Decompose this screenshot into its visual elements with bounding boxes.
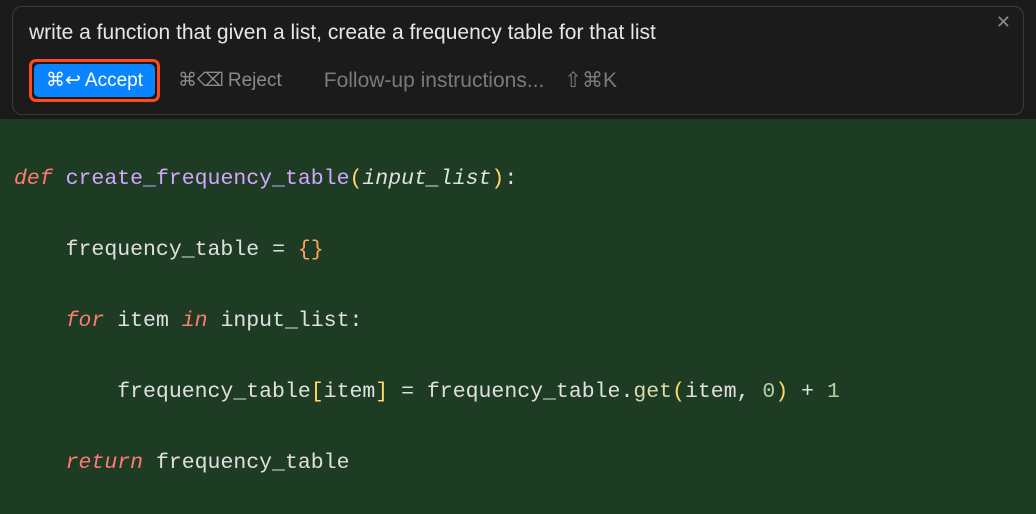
accept-highlight: ⌘↩ Accept — [29, 59, 160, 102]
number-literal: 1 — [827, 380, 840, 404]
reject-label: Reject — [228, 70, 282, 92]
identifier: input_list — [220, 309, 349, 333]
code-line: frequency_table = {} — [14, 233, 1022, 268]
identifier: item — [117, 309, 169, 333]
prompt-text: write a function that given a list, crea… — [29, 21, 1007, 45]
identifier: frequency_table — [66, 238, 260, 262]
keyword-for: for — [66, 309, 105, 333]
keyword-return: return — [66, 451, 143, 475]
code-line: def create_frequency_table(input_list): — [14, 162, 1022, 197]
accept-button[interactable]: ⌘↩ Accept — [34, 64, 155, 97]
operator: + — [801, 380, 814, 404]
identifier: frequency_table — [156, 451, 350, 475]
param-name: input_list — [362, 167, 491, 191]
accept-label: Accept — [85, 70, 143, 92]
keyword-def: def — [14, 167, 53, 191]
keyword-in: in — [182, 309, 208, 333]
code-line: return frequency_table — [14, 446, 1022, 481]
ai-prompt-panel: ✕ write a function that given a list, cr… — [12, 6, 1024, 115]
code-line: frequency_table[item] = frequency_table.… — [14, 375, 1022, 410]
method-get: get — [633, 380, 672, 404]
function-name: create_frequency_table — [66, 167, 350, 191]
prompt-actions: ⌘↩ Accept ⌘⌫ Reject Follow-up instructio… — [29, 59, 1007, 102]
brace-empty-dict: {} — [298, 238, 324, 262]
number-literal: 0 — [762, 380, 775, 404]
close-icon[interactable]: ✕ — [996, 15, 1011, 33]
code-suggestion-block: def create_frequency_table(input_list): … — [0, 119, 1036, 514]
followup-shortcut: ⇧⌘K — [564, 68, 617, 93]
operator: = — [272, 238, 285, 262]
accept-shortcut: ⌘↩ — [46, 69, 81, 92]
operator: = — [401, 380, 414, 404]
identifier: item — [685, 380, 737, 404]
followup-input[interactable]: Follow-up instructions... — [324, 69, 545, 93]
identifier: item — [324, 380, 376, 404]
identifier: frequency_table — [427, 380, 621, 404]
identifier: frequency_table — [117, 380, 311, 404]
code-line: for item in input_list: — [14, 304, 1022, 339]
reject-shortcut: ⌘⌫ — [178, 69, 224, 92]
reject-button[interactable]: ⌘⌫ Reject — [178, 69, 282, 92]
